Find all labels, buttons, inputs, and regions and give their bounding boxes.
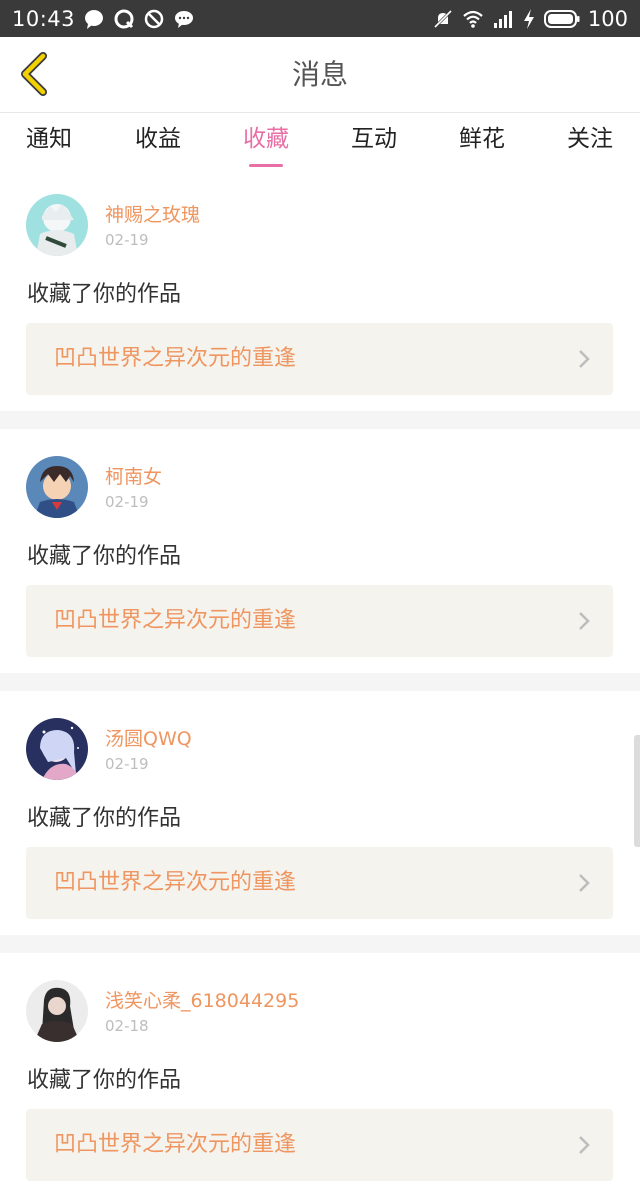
chat-bubble-icon <box>85 9 104 29</box>
avatar[interactable] <box>26 194 88 256</box>
timestamp: 02-19 <box>105 231 149 249</box>
action-text: 收藏了你的作品 <box>27 1068 182 1093</box>
work-link[interactable]: 凹凸世界之异次元的重逢 <box>26 585 613 657</box>
divider <box>0 935 640 953</box>
timestamp: 02-19 <box>105 755 149 773</box>
status-time: 10:43 <box>12 6 76 31</box>
avatar[interactable] <box>26 456 88 518</box>
list-item: 神赐之玫瑰 02-19 收藏了你的作品 凹凸世界之异次元的重逢 <box>0 173 640 411</box>
avatar-3-image <box>26 718 88 780</box>
wifi-icon <box>463 10 483 28</box>
tab-bar: 通知 收益 收藏 互动 鲜花 关注 <box>0 113 640 173</box>
work-title: 凹凸世界之异次元的重逢 <box>54 346 297 371</box>
avatar[interactable] <box>26 980 88 1042</box>
work-link[interactable]: 凹凸世界之异次元的重逢 <box>26 847 613 919</box>
battery-level: 100 <box>587 6 628 31</box>
battery-icon <box>543 9 580 28</box>
work-link[interactable]: 凹凸世界之异次元的重逢 <box>26 323 613 395</box>
message-icon <box>175 10 194 28</box>
avatar-4-image <box>26 980 88 1042</box>
username[interactable]: 汤圆QWQ <box>105 724 192 751</box>
timestamp: 02-18 <box>105 1017 149 1035</box>
action-text: 收藏了你的作品 <box>27 806 182 831</box>
tab-notify[interactable]: 通知 <box>9 113 89 173</box>
username[interactable]: 神赐之玫瑰 <box>105 200 200 227</box>
divider <box>0 411 640 429</box>
username[interactable]: 浅笑心柔_618044295 <box>105 986 299 1013</box>
tab-earnings[interactable]: 收益 <box>118 113 198 173</box>
scrollbar[interactable] <box>634 735 640 847</box>
tab-flowers[interactable]: 鲜花 <box>442 113 522 173</box>
back-button[interactable] <box>14 51 54 97</box>
q-icon <box>114 9 134 28</box>
divider <box>0 673 640 691</box>
list-item: 浅笑心柔_618044295 02-18 收藏了你的作品 凹凸世界之异次元的重逢 <box>0 953 640 1181</box>
timestamp: 02-19 <box>105 493 149 511</box>
avatar[interactable] <box>26 718 88 780</box>
list-item: 汤圆QWQ 02-19 收藏了你的作品 凹凸世界之异次元的重逢 <box>0 691 640 935</box>
chevron-left-icon <box>21 52 47 96</box>
work-title: 凹凸世界之异次元的重逢 <box>54 1132 297 1157</box>
active-tab-indicator <box>249 164 283 167</box>
tab-following[interactable]: 关注 <box>550 113 630 173</box>
chevron-right-icon <box>579 350 590 368</box>
chevron-right-icon <box>579 1136 590 1154</box>
status-bar: 10:43 100 <box>0 0 640 37</box>
avatar-2-image <box>26 456 88 518</box>
work-link[interactable]: 凹凸世界之异次元的重逢 <box>26 1109 613 1181</box>
mute-icon <box>433 9 452 28</box>
signal-icon <box>493 10 512 28</box>
charging-icon <box>523 8 534 29</box>
username[interactable]: 柯南女 <box>105 462 162 489</box>
work-title: 凹凸世界之异次元的重逢 <box>54 608 297 633</box>
list-item: 柯南女 02-19 收藏了你的作品 凹凸世界之异次元的重逢 <box>0 429 640 673</box>
chevron-right-icon <box>579 612 590 630</box>
page-title: 消息 <box>291 58 348 91</box>
app-header: 消息 <box>0 37 640 113</box>
action-text: 收藏了你的作品 <box>27 544 182 569</box>
action-text: 收藏了你的作品 <box>27 282 182 307</box>
tab-interaction[interactable]: 互动 <box>334 113 414 173</box>
chevron-right-icon <box>579 874 590 892</box>
avatar-1-image <box>26 194 88 256</box>
work-title: 凹凸世界之异次元的重逢 <box>54 870 297 895</box>
block-icon <box>144 9 164 28</box>
